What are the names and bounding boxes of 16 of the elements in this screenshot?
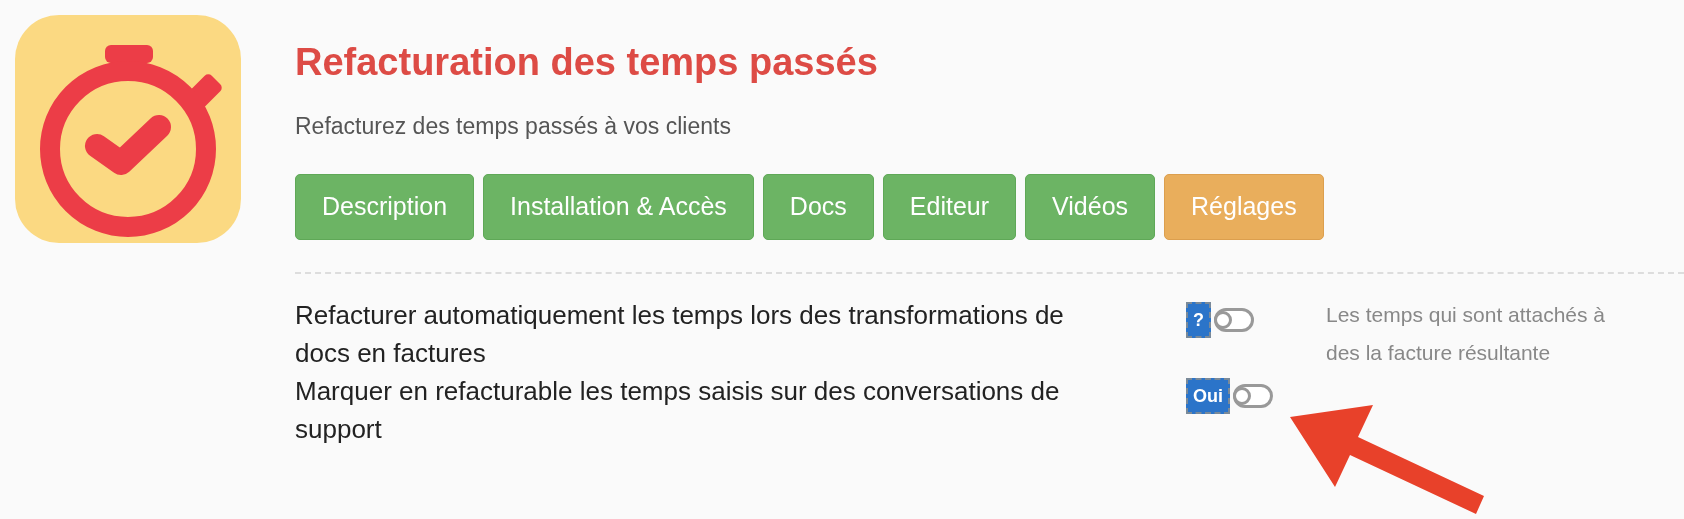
help-text: Les temps qui sont attachés à des la facture résultante	[1326, 302, 1606, 366]
app-subtitle: Refacturez des temps passés à vos clients	[295, 112, 732, 140]
tab[interactable]: Réglages	[1164, 174, 1324, 240]
setting-label: Refacturer automatiquement les temps lors des transformations de docs en factures	[295, 299, 1065, 370]
tab[interactable]: Vidéos	[1025, 174, 1156, 240]
tab[interactable]: Installation & Accès	[483, 174, 754, 240]
tab[interactable]: Editeur	[882, 174, 1017, 240]
tab[interactable]: Description	[295, 174, 475, 240]
stopwatch-icon	[15, 15, 241, 243]
value-badge[interactable]: Oui	[1186, 378, 1230, 414]
app-title: Refacturation des temps passés	[295, 40, 879, 85]
toggle-switch[interactable]	[1233, 384, 1273, 408]
setting-label: Marquer en refacturable les temps saisis sur des conversations de support	[295, 375, 1061, 446]
tab[interactable]: Docs	[762, 174, 874, 240]
toggle-switch[interactable]	[1214, 308, 1254, 332]
help-badge[interactable]: ?	[1186, 302, 1211, 338]
